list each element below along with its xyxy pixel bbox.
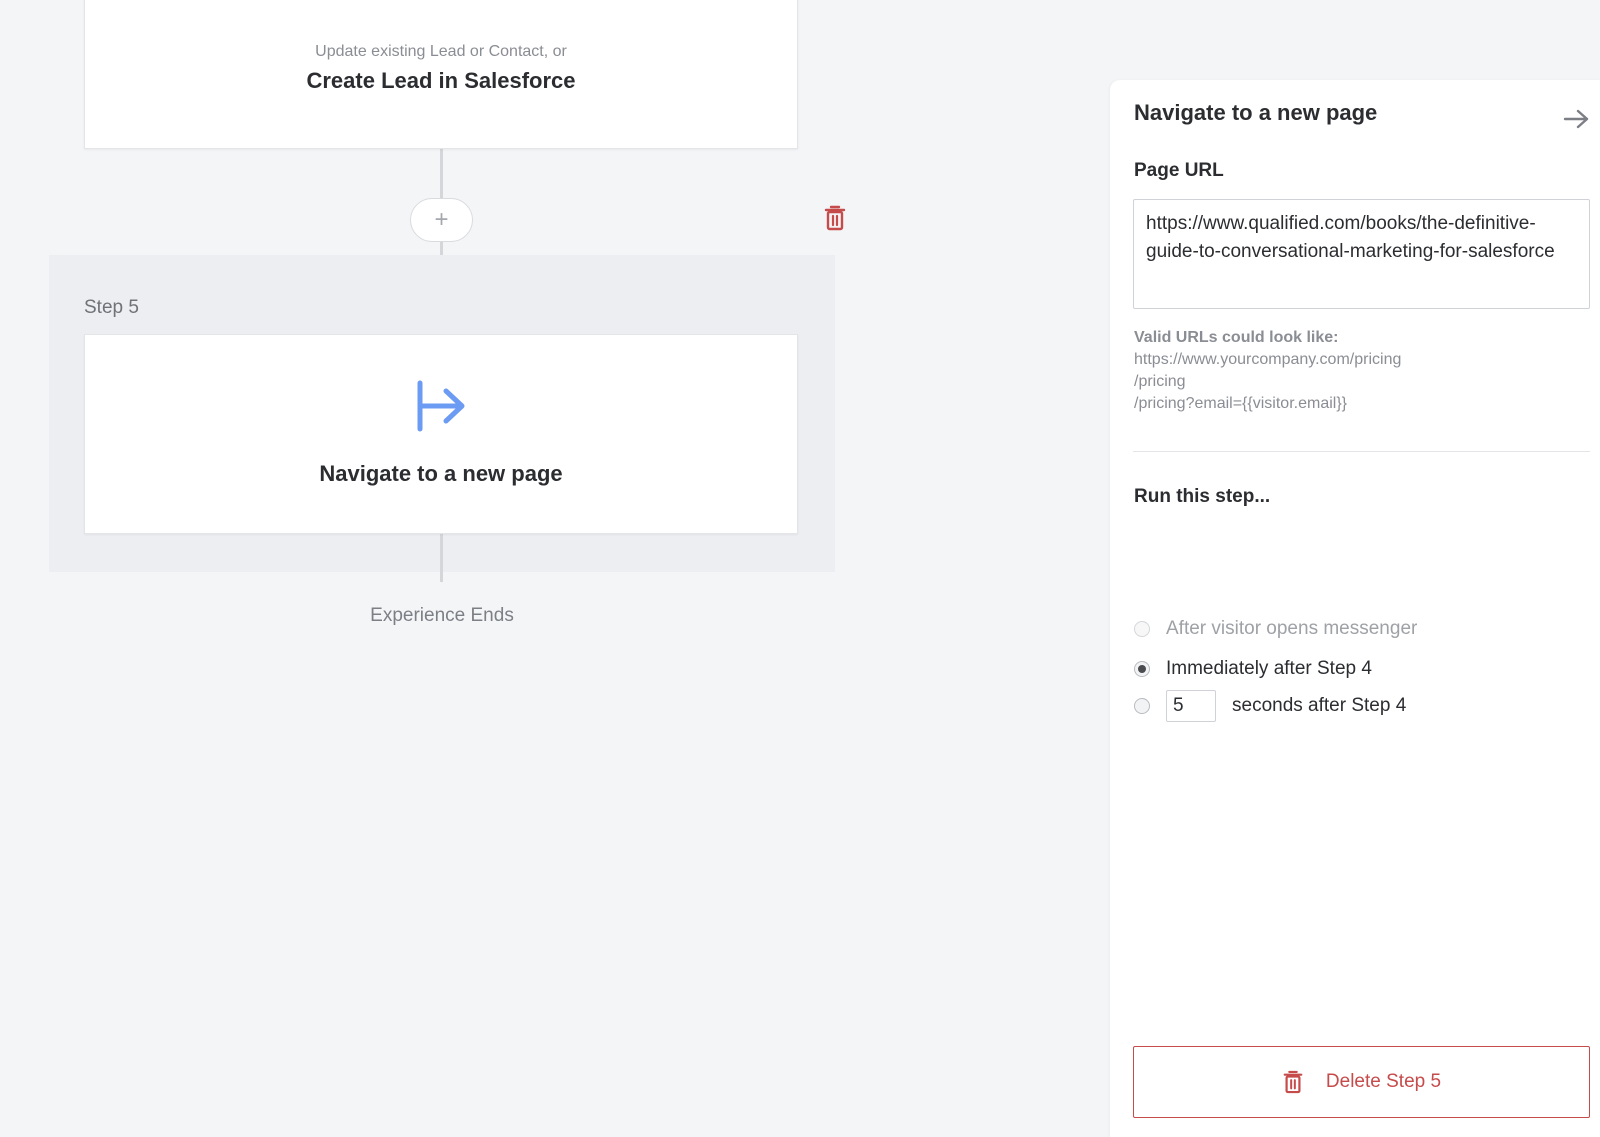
connector-line — [440, 149, 443, 199]
step-settings-panel: Navigate to a new page Page URL https://… — [1110, 80, 1600, 1137]
radio-option-after-opens: After visitor opens messenger — [1134, 618, 1417, 640]
url-hint: Valid URLs could look like: https://www.… — [1134, 327, 1401, 415]
trash-icon[interactable] — [823, 205, 847, 231]
url-hint-example: https://www.yourcompany.com/pricing — [1134, 351, 1402, 368]
previous-step-subtitle: Update existing Lead or Contact, or — [315, 43, 567, 60]
url-hint-heading: Valid URLs could look like: — [1134, 329, 1339, 346]
flow-canvas: Update existing Lead or Contact, or Crea… — [0, 0, 1110, 1137]
delete-step-label: Delete Step 5 — [1325, 1071, 1442, 1092]
divider — [1133, 451, 1590, 452]
radio-button — [1134, 621, 1150, 637]
add-step-button[interactable]: + — [410, 198, 473, 242]
radio-label: After visitor opens messenger — [1166, 618, 1418, 639]
connector-line — [440, 534, 443, 582]
step-card[interactable]: Navigate to a new page — [84, 334, 798, 534]
step-title: Navigate to a new page — [319, 461, 563, 486]
trash-icon — [1283, 1070, 1303, 1094]
radio-option-immediately[interactable]: Immediately after Step 4 — [1134, 658, 1372, 680]
url-hint-example: /pricing — [1134, 373, 1186, 390]
step-label: Step 5 — [84, 297, 139, 318]
page-url-input[interactable]: https://www.qualified.com/books/the-defi… — [1133, 199, 1590, 309]
seconds-input[interactable] — [1166, 690, 1216, 722]
radio-label: seconds after Step 4 — [1232, 695, 1407, 716]
delete-step-button[interactable]: Delete Step 5 — [1133, 1046, 1590, 1118]
previous-step-card[interactable]: Update existing Lead or Contact, or Crea… — [84, 0, 798, 149]
previous-step-title: Create Lead in Salesforce — [306, 68, 576, 93]
radio-button[interactable] — [1134, 661, 1150, 677]
arrow-right-icon[interactable] — [1563, 108, 1591, 130]
panel-title: Navigate to a new page — [1134, 100, 1378, 125]
radio-option-seconds-after[interactable]: seconds after Step 4 — [1134, 690, 1406, 722]
radio-button[interactable] — [1134, 698, 1150, 714]
radio-label: Immediately after Step 4 — [1166, 658, 1372, 679]
run-step-label: Run this step... — [1134, 486, 1271, 507]
experience-ends-label: Experience Ends — [370, 605, 514, 626]
navigate-arrow-icon — [417, 380, 465, 432]
page-url-label: Page URL — [1134, 160, 1224, 181]
url-hint-example: /pricing?email={{visitor.email}} — [1134, 395, 1348, 412]
